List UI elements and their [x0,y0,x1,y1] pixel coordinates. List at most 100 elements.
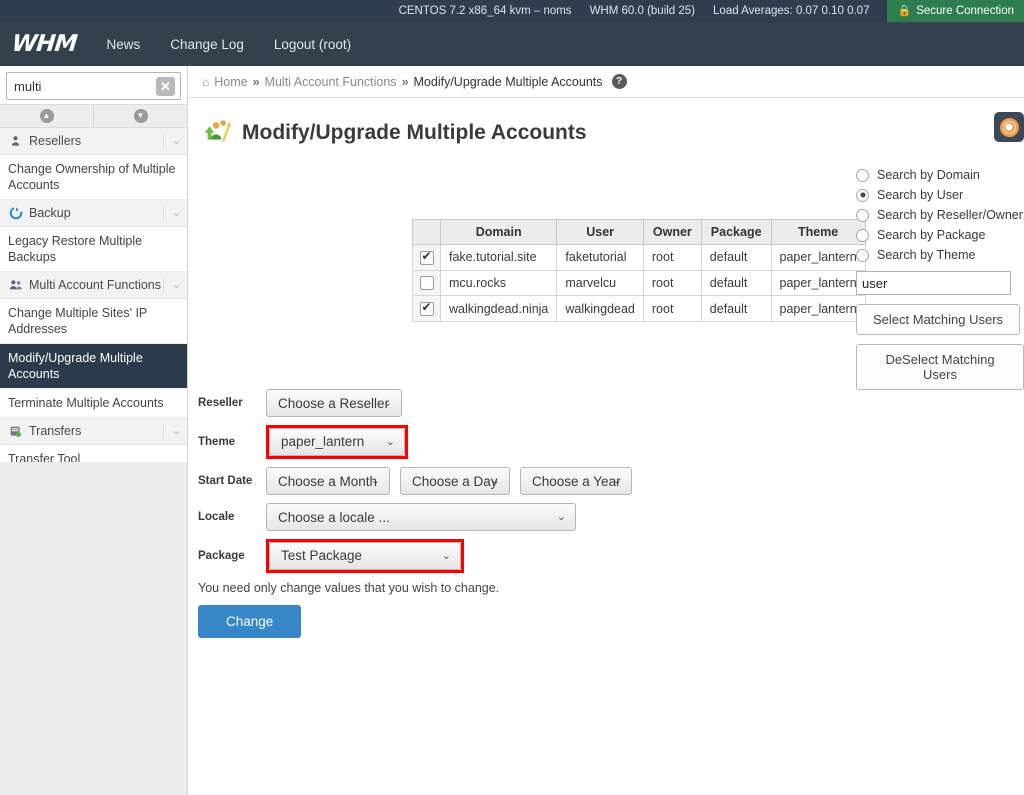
sidebar-group-label: Multi Account Functions [29,278,162,292]
select-matching-users-button[interactable]: Select Matching Users [856,304,1021,335]
radio-icon[interactable] [856,248,869,262]
secure-connection-badge[interactable]: 🔒 Secure Connection [887,0,1024,22]
radio-label: Search by User [877,188,964,202]
sidebar-group-transfers[interactable]: Transfers ⌄ [0,418,187,445]
modify-form: Reseller Choose a Reseller ⌄ Theme paper… [198,389,632,638]
start-date-day-select[interactable]: Choose a Day ⌄ [400,467,510,495]
deselect-matching-users-button[interactable]: DeSelect Matching Users [856,344,1024,390]
radio-search-by-package[interactable]: Search by Package [856,225,1024,245]
lock-icon: 🔒 [897,4,912,17]
home-icon: ⌂ [202,74,210,89]
cell-theme: paper_lantern [770,244,866,271]
radio-search-by-domain[interactable]: Search by Domain [856,165,1024,185]
search-query-input[interactable] [856,271,1011,295]
main-navbar: WHM News Change Log Logout (root) [0,22,1024,66]
sidebar-scroll-buttons: ▲ ▼ [0,104,187,128]
chevron-down-icon[interactable]: ⌄ [162,277,181,293]
sidebar-item-change-ownership[interactable]: Change Ownership of Multiple Accounts [0,155,187,200]
radio-icon[interactable] [856,228,869,242]
form-hint: You need only change values that you wis… [198,581,500,595]
sidebar-item-change-multiple-ips[interactable]: Change Multiple Sites' IP Addresses [0,299,187,344]
package-select[interactable]: Test Package ⌄ [269,542,461,570]
search-options-panel: Search by Domain Search by User Search b… [856,165,1024,390]
radio-label: Search by Package [877,228,986,242]
sidebar-item-transfer-tool[interactable]: Transfer Tool [0,445,187,462]
chevron-up-circle-icon[interactable]: ▲ [0,105,93,127]
secure-connection-label: Secure Connection [916,5,1014,17]
radio-icon[interactable] [856,208,869,222]
help-icon[interactable]: ? [611,74,627,89]
nav-link-news[interactable]: News [107,37,141,52]
change-button[interactable]: Change [198,605,302,638]
cell-user: marvelcu [556,269,644,297]
resellers-icon [8,134,23,149]
top-status-bar: CENTOS 7.2 x86_64 kvm – noms WHM 60.0 (b… [0,0,1024,22]
whm-logo[interactable]: WHM [11,31,78,57]
nav-link-logout[interactable]: Logout (root) [274,37,351,52]
sidebar-group-label: Transfers [29,424,82,438]
sidebar-group-backup[interactable]: Backup ⌄ [0,200,187,227]
load-averages: Load Averages: 0.07 0.10 0.07 [713,5,870,17]
row-checkbox[interactable] [419,249,434,265]
clear-icon[interactable]: ✕ [156,77,175,96]
sidebar-group-multi-account-functions[interactable]: Multi Account Functions ⌄ [0,272,187,299]
breadcrumb-current: Modify/Upgrade Multiple Accounts [413,74,603,89]
whm-version: WHM 60.0 (build 25) [589,5,696,17]
sidebar-filler [0,461,187,795]
radio-search-by-reseller-owner[interactable]: Search by Reseller/Owner [856,205,1024,225]
sidebar-search: ✕ [0,66,187,104]
lifering-support-icon[interactable] [994,112,1024,142]
form-row-package: Package Test Package ⌄ [198,539,632,573]
row-checkbox-cell[interactable] [412,269,441,297]
cell-owner: root [642,244,702,271]
chevron-down-icon[interactable]: ⌄ [162,133,181,149]
row-checkbox-cell[interactable] [412,244,441,271]
radio-search-by-theme[interactable]: Search by Theme [856,245,1024,265]
breadcrumb-section[interactable]: Multi Account Functions [265,75,397,89]
theme-select[interactable]: paper_lantern ⌄ [269,428,405,456]
sidebar-item-modify-upgrade-multiple-accounts[interactable]: Modify/Upgrade Multiple Accounts [0,344,187,389]
chevron-down-icon: ⌄ [490,474,500,487]
cell-user: walkingdead [556,295,644,323]
cell-package: default [700,269,772,297]
radio-label: Search by Domain [877,168,980,182]
multi-account-icon [8,278,23,293]
chevron-down-circle-icon[interactable]: ▼ [93,105,187,127]
table-row: fake.tutorial.site faketutorial root def… [412,244,866,271]
row-checkbox[interactable] [419,300,434,317]
radio-icon[interactable] [856,188,869,202]
radio-icon[interactable] [856,168,869,182]
column-header-owner: Owner [642,219,702,245]
page-header: Modify/Upgrade Multiple Accounts [188,98,1024,159]
cell-domain: walkingdead.ninja [439,295,558,323]
theme-label: Theme [198,436,236,448]
sidebar-group-resellers[interactable]: Resellers ⌄ [0,128,187,155]
sidebar-item-legacy-restore[interactable]: Legacy Restore Multiple Backups [0,227,187,272]
start-date-year-select[interactable]: Choose a Year ⌄ [520,467,632,495]
chevron-down-icon[interactable]: ⌄ [162,205,181,221]
reseller-value: Choose a Reseller [278,395,390,411]
sidebar-item-terminate-multiple-accounts[interactable]: Terminate Multiple Accounts [0,389,187,418]
radio-search-by-user[interactable]: Search by User [856,185,1024,205]
search-input[interactable] [6,72,181,100]
nav-link-change-log[interactable]: Change Log [170,37,244,52]
column-header-theme: Theme [770,219,866,245]
locale-select[interactable]: Choose a locale ... ⌄ [266,503,576,531]
row-checkbox[interactable] [419,276,434,291]
column-header-domain: Domain [439,219,558,245]
month-value: Choose a Month [278,473,378,489]
sidebar: ✕ ▲ ▼ Resellers ⌄ Change Ownership of Mu… [0,66,188,795]
transfers-icon [8,424,23,439]
form-row-theme: Theme paper_lantern ⌄ [198,425,632,459]
chevron-down-icon: ⌄ [612,474,622,487]
cell-user: faketutorial [556,244,644,271]
start-date-month-select[interactable]: Choose a Month ⌄ [266,467,390,495]
reseller-select[interactable]: Choose a Reseller ⌄ [266,389,402,417]
theme-highlight-box: paper_lantern ⌄ [266,425,408,459]
chevron-down-icon[interactable]: ⌄ [162,423,181,439]
breadcrumb-home[interactable]: Home [214,75,247,89]
main-content: ⌂ Home » Multi Account Functions » Modif… [188,66,1024,795]
table-row: mcu.rocks marvelcu root default paper_la… [412,269,866,297]
sidebar-group-label: Backup [29,206,71,220]
row-checkbox-cell[interactable] [412,295,441,323]
